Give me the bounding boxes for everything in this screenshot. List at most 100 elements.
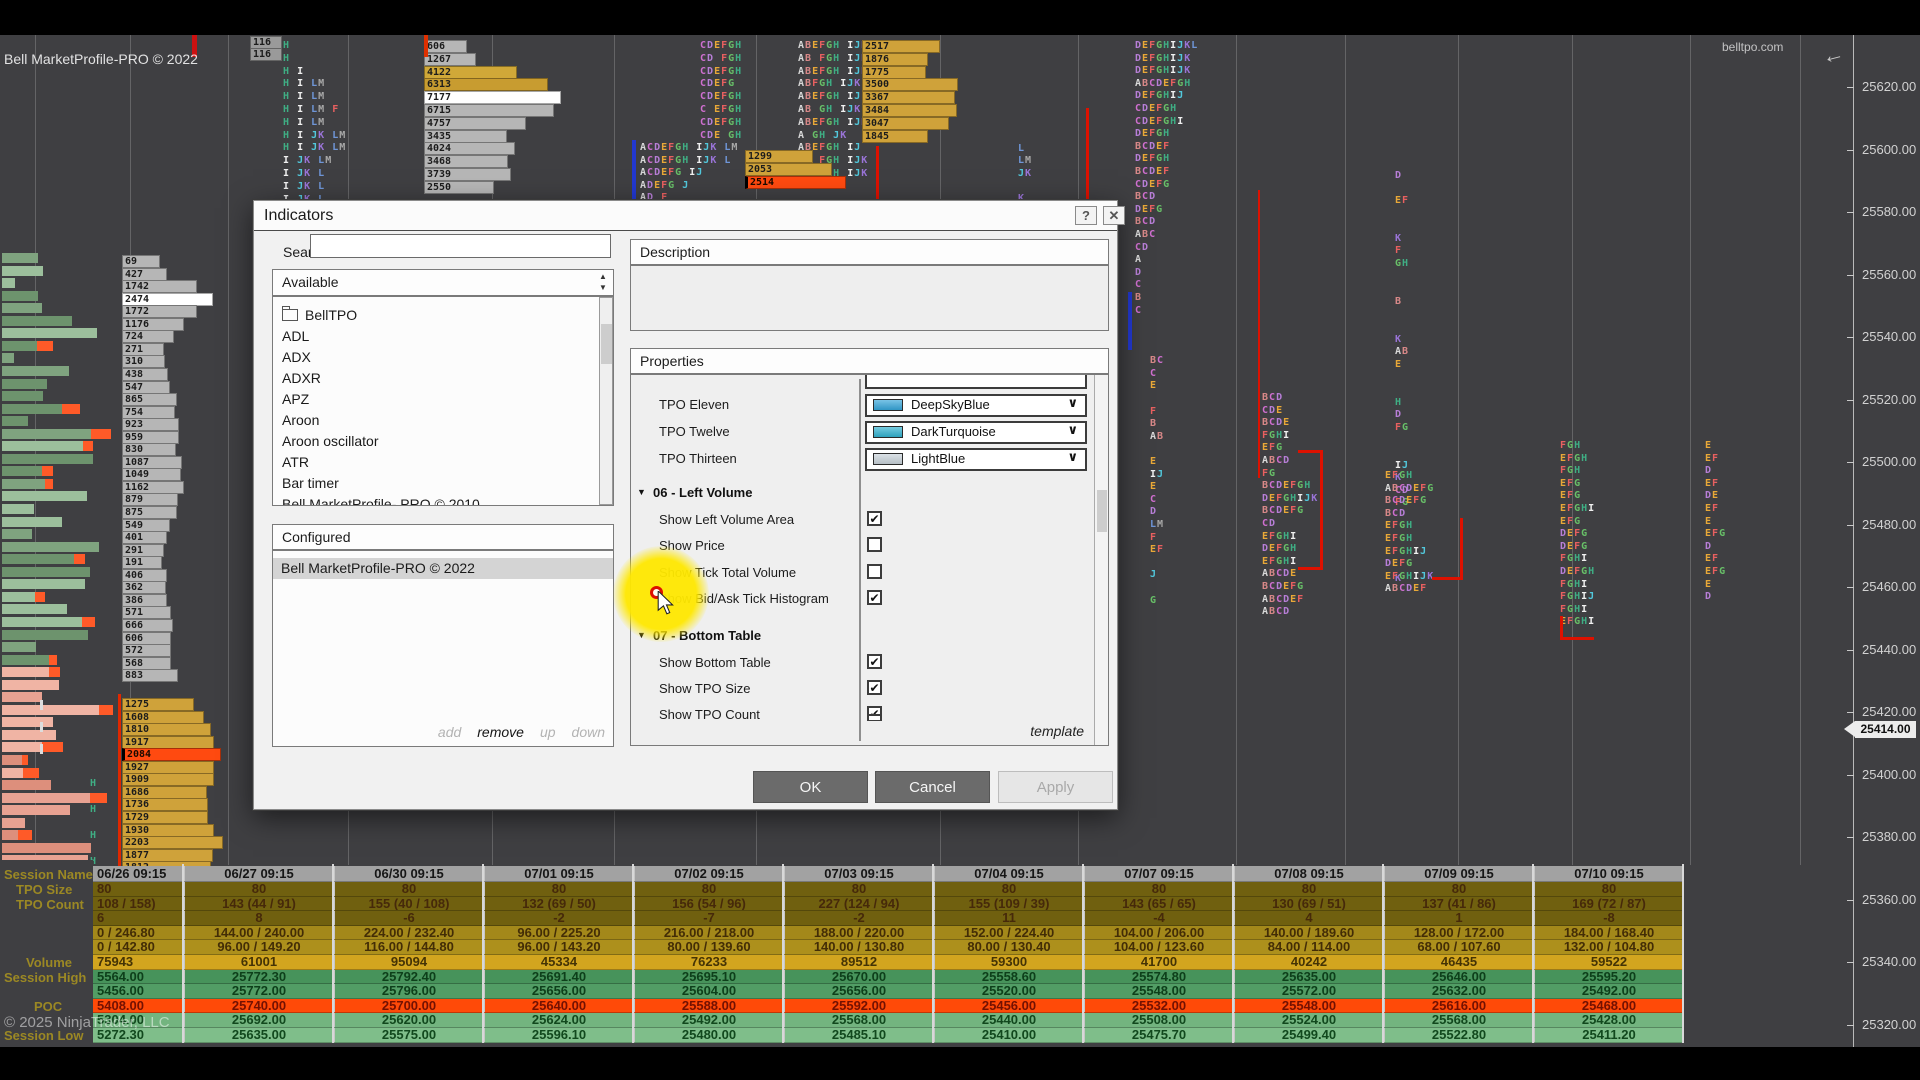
tpo-letter-row: E <box>1395 359 1402 370</box>
axis-tick <box>1847 587 1854 588</box>
table-cell: 25548.00 <box>1233 999 1383 1014</box>
combobox-partial[interactable] <box>865 374 1087 389</box>
available-item[interactable]: APZ <box>273 389 614 410</box>
available-item[interactable]: Aroon <box>273 410 614 431</box>
checkbox[interactable]: ✔ <box>867 680 882 695</box>
checkbox[interactable]: ✔ <box>867 654 882 669</box>
color-value: DarkTurquoise <box>911 424 996 439</box>
available-item[interactable]: Aroon oscillator <box>273 431 614 452</box>
volume-box: 1810 <box>122 723 211 736</box>
axis-label: 25560.00 <box>1862 267 1916 282</box>
cancel-button[interactable]: Cancel <box>875 771 990 803</box>
configured-list: Bell MarketProfile-PRO © 2022 add removeu… <box>272 550 614 747</box>
histogram-accent <box>42 466 53 476</box>
checkbox-partial[interactable] <box>867 714 882 720</box>
volume-histogram-bar <box>2 504 34 514</box>
tpo-letter-row: BC <box>1150 355 1164 366</box>
volume-box: 959 <box>122 431 179 444</box>
histogram-accent <box>18 830 32 840</box>
table-cell: 25558.60 <box>933 970 1083 985</box>
volume-box: 4757 <box>424 117 526 130</box>
tpo-letter-row: ABCDEFGH <box>1135 78 1191 89</box>
tpo-letter-row: D <box>1705 465 1712 476</box>
add-link[interactable]: add <box>438 724 461 740</box>
tpo-letter-row: ACDEFG IJ <box>640 167 703 178</box>
color-dropdown[interactable]: DeepSkyBlue∨ <box>865 394 1087 417</box>
tpo-letter-row: F <box>1395 245 1402 256</box>
remove-link[interactable]: remove <box>477 724 524 740</box>
tpo-letter-row: D <box>1705 591 1712 602</box>
volume-histogram-bar <box>2 805 70 815</box>
column-separator <box>932 864 934 1043</box>
table-cell: 104.00 / 123.60 <box>1083 940 1233 955</box>
tpo-letter-row: DEFGH <box>1262 543 1297 554</box>
volume-box: 923 <box>122 418 179 431</box>
table-cell: 132 (69 / 50) <box>483 897 633 912</box>
dialog-title-bar[interactable]: Indicators ? ✕ <box>254 201 1117 231</box>
session-separator <box>1690 35 1691 865</box>
tpo-letter-row: BCDEFG <box>1385 495 1427 506</box>
tpo-letter-row: ABCDEF <box>1262 594 1304 605</box>
checkbox[interactable] <box>867 564 882 579</box>
volume-box: 1775 <box>862 66 926 79</box>
volume-box: 865 <box>122 393 177 406</box>
table-cell: 25792.40 <box>333 970 483 985</box>
volume-box: 1742 <box>122 280 197 293</box>
close-icon[interactable]: ✕ <box>1103 206 1125 225</box>
color-swatch-icon <box>873 399 903 411</box>
available-item[interactable]: ADX <box>273 347 614 368</box>
axis-label: 25440.00 <box>1862 642 1916 657</box>
color-dropdown[interactable]: LightBlue∨ <box>865 448 1087 471</box>
configured-item[interactable]: Bell MarketProfile-PRO © 2022 <box>273 558 614 579</box>
volume-histogram-bar <box>2 567 90 577</box>
histogram-accent <box>37 341 53 351</box>
ok-button[interactable]: OK <box>753 771 868 803</box>
histogram-accent <box>35 592 45 602</box>
tpo-letter-row: I JK L <box>283 168 325 179</box>
available-item[interactable]: BellTPO <box>273 305 614 326</box>
checkbox[interactable]: ✔ <box>867 511 882 526</box>
scroll-up-icon[interactable]: ▲ <box>599 272 607 281</box>
section-collapse-icon[interactable]: ▼ <box>637 487 646 497</box>
checkbox[interactable]: ✔ <box>867 590 882 605</box>
table-cell: 25772.00 <box>183 984 333 999</box>
template-link[interactable]: template <box>1030 723 1084 739</box>
tpo-letter-row: E <box>1150 481 1157 492</box>
table-cell: 128.00 / 172.00 <box>1383 926 1533 941</box>
properties-scrollbar[interactable] <box>1094 375 1108 745</box>
available-item[interactable]: Bell MarketProfile- PRO © 2010 <box>273 494 614 506</box>
table-cell: 25520.00 <box>933 984 1083 999</box>
tpo-letter-row: H <box>90 804 97 815</box>
tpo-letter-row: D <box>1395 170 1402 181</box>
down-link[interactable]: down <box>572 724 605 740</box>
table-cell: -8 <box>1533 911 1683 926</box>
available-item[interactable]: Bar timer <box>273 473 614 494</box>
axis-label: 25460.00 <box>1862 579 1916 594</box>
color-dropdown[interactable]: DarkTurquoise∨ <box>865 421 1087 444</box>
volume-box: 606 <box>122 632 171 645</box>
tpo-letter-row: D <box>1705 541 1712 552</box>
table-row-label: Session Name <box>4 867 93 882</box>
available-item[interactable]: ADL <box>273 326 614 347</box>
help-icon[interactable]: ? <box>1075 206 1097 225</box>
up-link[interactable]: up <box>540 724 556 740</box>
table-cell: 144.00 / 240.00 <box>183 926 333 941</box>
tpo-letter-row: CDEFGH <box>700 91 742 102</box>
session-separator <box>1236 35 1237 865</box>
volume-box: 568 <box>122 657 171 670</box>
tpo-letter-row: ABCDEF <box>1385 583 1427 594</box>
available-item[interactable]: ADXR <box>273 368 614 389</box>
table-cell: 25568.00 <box>783 1013 933 1028</box>
tpo-letter-row: CDE <box>1262 405 1283 416</box>
checkbox[interactable] <box>867 537 882 552</box>
available-item[interactable]: ATR <box>273 452 614 473</box>
available-scrollbar[interactable] <box>599 297 613 505</box>
chart-accent <box>1432 577 1460 580</box>
scroll-down-icon[interactable]: ▼ <box>599 283 607 292</box>
chart-accent <box>424 35 428 57</box>
table-cell: 25740.00 <box>183 999 333 1014</box>
volume-histogram-bar <box>2 278 15 288</box>
apply-button[interactable]: Apply <box>998 771 1113 803</box>
search-input[interactable] <box>310 234 611 258</box>
table-cell: 25572.00 <box>1233 984 1383 999</box>
